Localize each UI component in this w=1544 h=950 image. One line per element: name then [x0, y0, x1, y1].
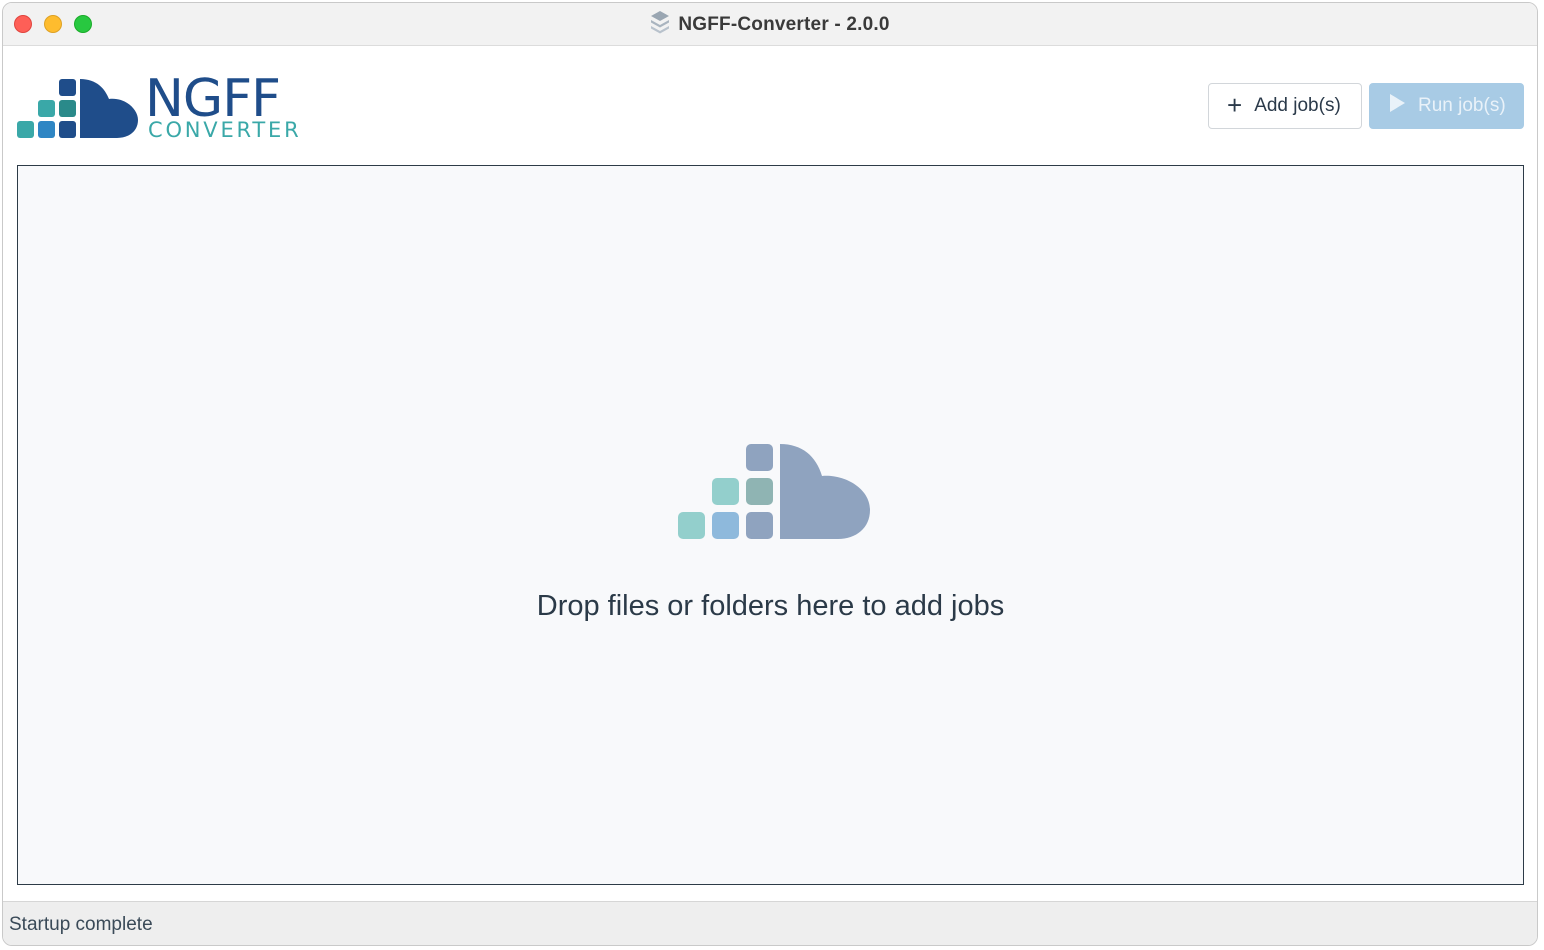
- plus-icon: +: [1227, 90, 1243, 120]
- add-jobs-button[interactable]: + Add job(s): [1208, 83, 1362, 129]
- window-title-group: NGFF-Converter - 2.0.0: [3, 3, 1537, 46]
- status-text: Startup complete: [9, 914, 153, 935]
- logo-subtitle: CONVERTER: [148, 118, 302, 142]
- add-jobs-label: Add job(s): [1254, 95, 1341, 116]
- run-jobs-button[interactable]: Run job(s): [1369, 83, 1524, 129]
- window-title: NGFF-Converter - 2.0.0: [678, 13, 890, 35]
- layers-icon: [650, 10, 670, 39]
- run-jobs-label: Run job(s): [1418, 95, 1506, 116]
- title-bar[interactable]: NGFF-Converter - 2.0.0: [3, 3, 1537, 46]
- drop-zone[interactable]: Drop files or folders here to add jobs: [17, 165, 1524, 885]
- drop-instructions: Drop files or folders here to add jobs: [536, 590, 1005, 622]
- play-icon: [1388, 93, 1406, 119]
- ngff-logo-icon: [17, 79, 138, 138]
- app-window: NGFF-Converter - 2.0.0 NGFF CONVERTER + …: [2, 2, 1538, 946]
- status-bar: Startup complete: [3, 901, 1537, 945]
- app-logo: NGFF CONVERTER: [17, 73, 337, 143]
- ngff-cloud-icon: [678, 444, 870, 539]
